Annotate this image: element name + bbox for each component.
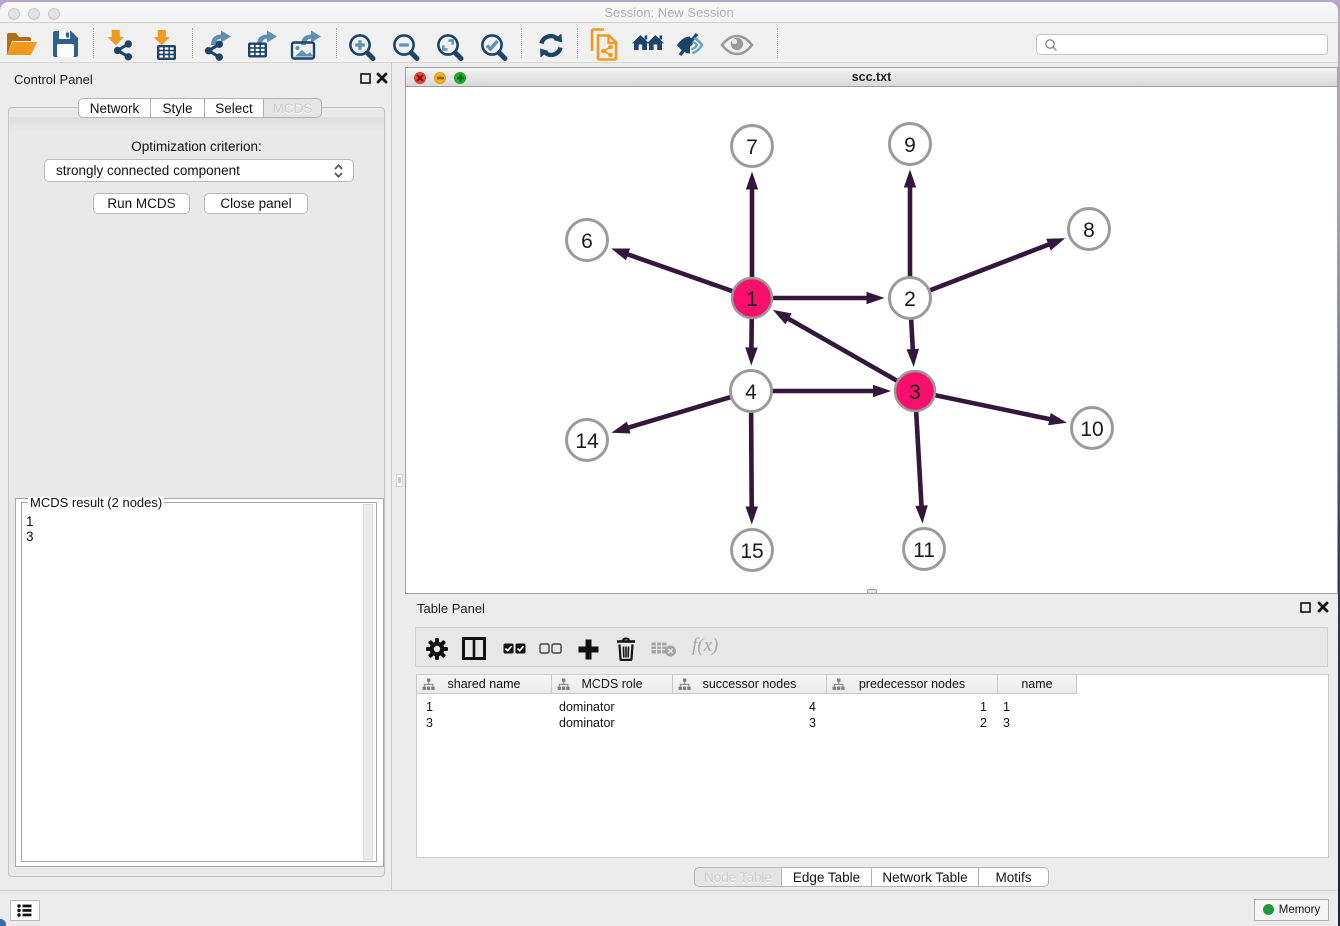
svg-text:7: 7 [746, 136, 758, 159]
svg-text:3: 3 [909, 381, 921, 404]
svg-text:1: 1 [746, 288, 758, 311]
svg-text:8: 8 [1083, 219, 1095, 242]
svg-text:4: 4 [745, 381, 757, 404]
svg-text:10: 10 [1080, 418, 1103, 441]
svg-text:2: 2 [904, 288, 916, 311]
svg-text:15: 15 [740, 540, 763, 563]
svg-text:9: 9 [904, 134, 916, 157]
svg-text:6: 6 [581, 230, 593, 253]
svg-text:14: 14 [575, 430, 599, 453]
svg-text:11: 11 [913, 539, 935, 562]
